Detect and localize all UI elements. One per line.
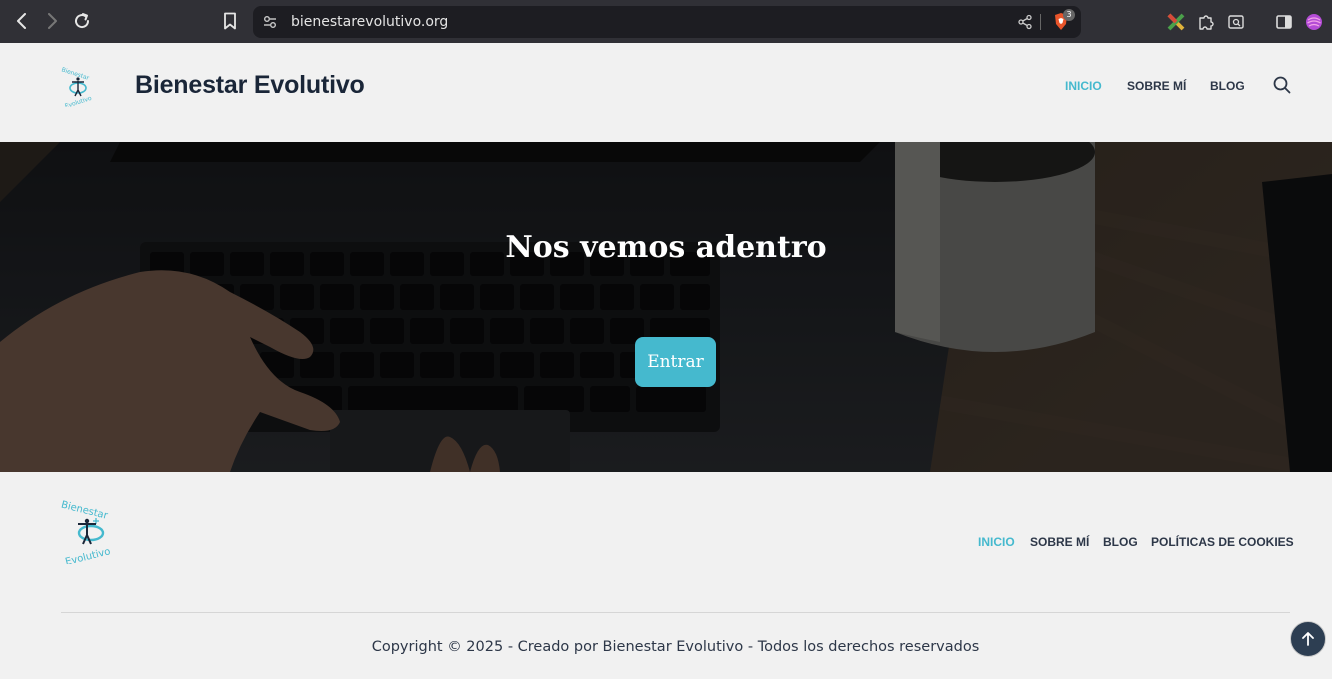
footer-nav-cookies[interactable]: POLÍTICAS DE COOKIES: [1151, 535, 1294, 549]
enter-button[interactable]: Entrar: [635, 337, 716, 387]
search-icon[interactable]: [1273, 76, 1291, 94]
footer-logo[interactable]: Bienestar Evolutivo: [58, 498, 116, 569]
bookmark-icon[interactable]: [219, 10, 241, 32]
reload-icon[interactable]: [71, 10, 93, 32]
footer-nav-blog[interactable]: BLOG: [1103, 535, 1138, 549]
profile-avatar-icon[interactable]: [1304, 12, 1324, 32]
share-icon[interactable]: [1017, 14, 1033, 35]
reader-mode-icon[interactable]: [1226, 12, 1246, 32]
site-settings-icon[interactable]: [262, 14, 278, 35]
nav-sobre-mi[interactable]: SOBRE MÍ: [1127, 79, 1186, 93]
footer-logo-text-bottom: Evolutivo: [64, 546, 112, 564]
hero-banner: Nos vemos adentro Entrar: [0, 142, 1332, 472]
footer-nav-inicio[interactable]: INICIO: [978, 535, 1015, 549]
footer-divider: [61, 612, 1290, 613]
back-to-top-button[interactable]: [1290, 621, 1326, 657]
extensions-puzzle-icon[interactable]: [1196, 12, 1216, 32]
shields-count-badge: 3: [1063, 9, 1075, 21]
svg-text:Evolutivo: Evolutivo: [64, 95, 93, 107]
url-text[interactable]: bienestarevolutivo.org: [291, 14, 448, 30]
footer-nav-sobre-mi[interactable]: SOBRE MÍ: [1030, 535, 1089, 549]
copyright-text: Copyright © 2025 - Creado por Bienestar …: [371, 639, 980, 655]
site-title[interactable]: Bienestar Evolutivo: [135, 71, 365, 100]
site-footer: Bienestar Evolutivo INICIO SOBRE MÍ BLOG…: [0, 472, 1332, 679]
extension-icon[interactable]: [1166, 12, 1186, 32]
back-icon[interactable]: [11, 10, 33, 32]
site-header: Bienestar Evolutivo Bienestar Evolutivo …: [0, 43, 1332, 142]
browser-toolbar: bienestarevolutivo.org 3: [0, 0, 1332, 43]
nav-inicio[interactable]: INICIO: [1065, 79, 1102, 93]
arrow-up-icon: [1302, 632, 1314, 646]
site-logo[interactable]: Bienestar Evolutivo: [58, 65, 98, 110]
svg-text:Bienestar: Bienestar: [61, 66, 91, 82]
hero-background-image: [0, 142, 1332, 472]
sidebar-toggle-icon[interactable]: [1274, 12, 1294, 32]
footer-logo-text-top: Bienestar: [60, 500, 110, 522]
urlbar-divider: [1040, 14, 1041, 30]
address-bar[interactable]: bienestarevolutivo.org 3: [253, 6, 1081, 38]
nav-blog[interactable]: BLOG: [1210, 79, 1245, 93]
hero-title: Nos vemos adentro: [505, 230, 827, 265]
forward-icon[interactable]: [41, 10, 63, 32]
